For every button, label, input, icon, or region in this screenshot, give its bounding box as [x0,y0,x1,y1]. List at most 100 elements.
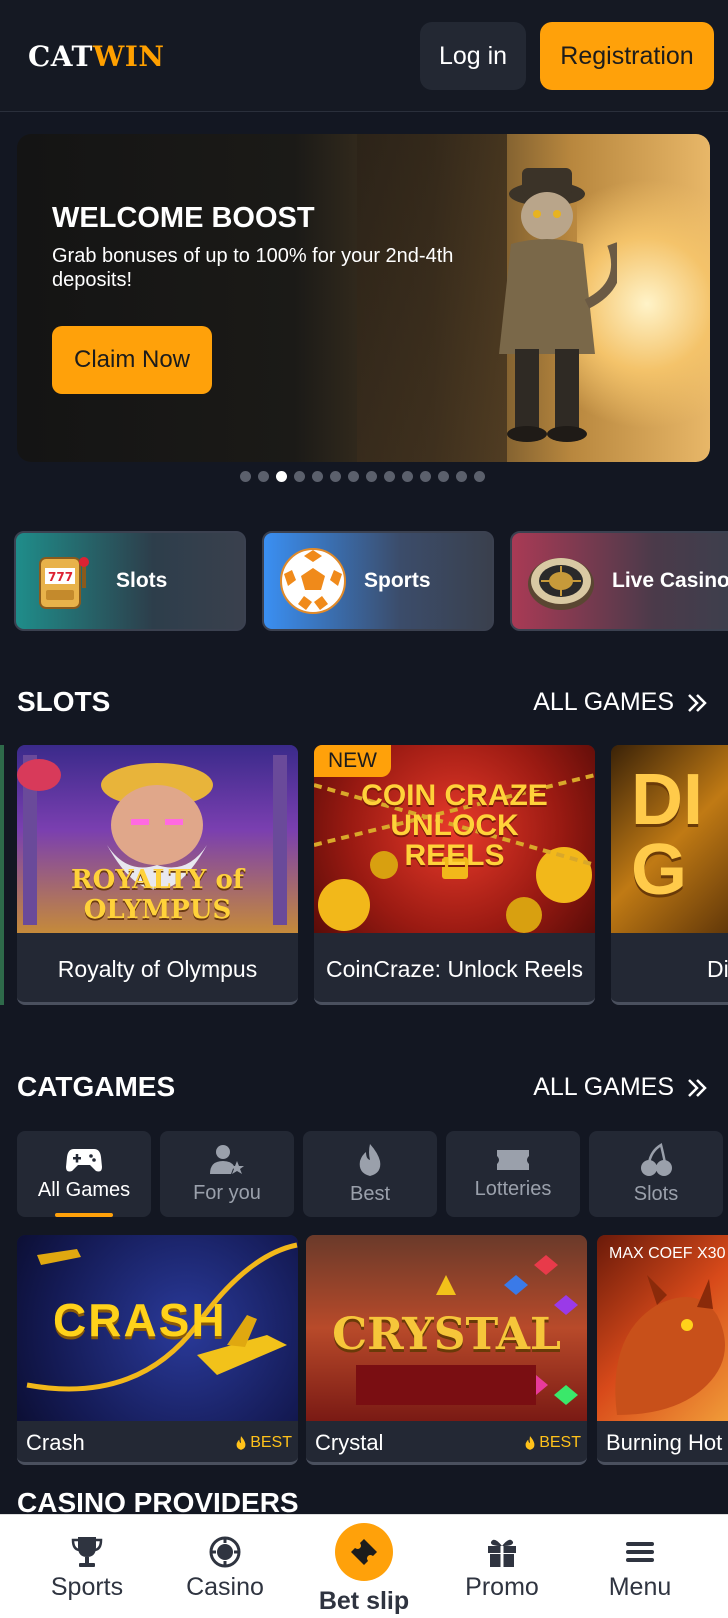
slot-card-partial[interactable]: DI G Di [611,745,728,1005]
category-label: Live Casino [612,569,728,592]
slots-all-games-link[interactable]: ALL GAMES [533,688,708,717]
claim-now-button[interactable]: Claim Now [52,326,212,394]
flame-icon [525,1436,535,1450]
slot-art: ROYALTY of OLYMPUS [17,745,298,933]
carousel-dot[interactable] [276,471,287,482]
tab-best[interactable]: Best [303,1131,437,1217]
tab-lotteries[interactable]: Lotteries [446,1131,580,1217]
carousel-dot[interactable] [312,471,323,482]
carousel-dot[interactable] [294,471,305,482]
carousel-dot[interactable] [456,471,467,482]
carousel-dot[interactable] [366,471,377,482]
nav-casino[interactable]: Casino [160,1515,290,1618]
soccer-ball-icon [280,548,346,614]
catgames-section-title: CATGAMES [17,1071,176,1102]
tab-label: All Games [37,1178,131,1201]
category-live-casino[interactable]: Live Casino [510,531,728,631]
slot-art: COIN CRAZE UNLOCK REELS NEW [314,745,595,933]
tab-label: For you [193,1181,261,1204]
carousel-dots [240,471,485,482]
category-label: Sports [364,569,431,592]
nav-menu[interactable]: Menu [575,1515,705,1618]
game-art: CRYSTAL [306,1235,587,1421]
svg-text:777: 777 [48,570,73,584]
carousel-dot[interactable] [402,471,413,482]
detective-cat-illustration [499,168,617,442]
max-coef-label: MAX COEF X30 [609,1245,726,1262]
carousel-dot[interactable] [438,471,449,482]
slot-art-title: ROYALTY of OLYMPUS [71,865,244,925]
slot-card-royalty-of-olympus[interactable]: ROYALTY of OLYMPUS Royalty of Olympus [17,745,298,1005]
game-art-title: CRASH [53,1294,227,1346]
catwin-logo[interactable]: CATWIN [28,40,164,73]
best-badge: BEST [235,1434,292,1452]
tab-slots[interactable]: Slots [589,1131,723,1217]
ticket-icon [351,1539,377,1565]
flame-icon [236,1436,246,1450]
game-name: Crash [26,1430,85,1455]
game-art: CRASH [17,1235,298,1421]
game-card-crash[interactable]: CRASH Crash BEST [17,1235,298,1465]
slot-art-title: DI G [631,760,703,910]
active-tab-indicator [55,1213,113,1217]
all-games-label: ALL GAMES [533,688,674,716]
carousel-dot[interactable] [240,471,251,482]
login-button[interactable]: Log in [420,22,526,90]
carousel-dot[interactable] [474,471,485,482]
catgames-all-games-link[interactable]: ALL GAMES [533,1073,708,1102]
flame-icon [359,1143,381,1176]
casino-chip-icon [209,1536,241,1568]
promo-banner[interactable]: WELCOME BOOST Grab bonuses of up to 100%… [17,134,710,462]
hamburger-icon [626,1542,654,1562]
header: CATWIN Log in Registration [0,0,728,112]
tab-label: Best [349,1182,391,1205]
carousel-dot[interactable] [384,471,395,482]
slot-name: Di [707,955,728,982]
game-card-burning-hot[interactable]: MAX COEF X30 Burning Hot [597,1235,728,1465]
game-art-title: CRYSTAL [332,1309,561,1360]
best-badge-label: BEST [539,1434,581,1451]
category-slots[interactable]: 777 Slots [14,531,246,631]
game-name: Burning Hot [606,1430,723,1455]
nav-label: Promo [465,1573,539,1601]
nav-bet-slip[interactable]: Bet slip [299,1515,429,1618]
tab-for-you[interactable]: For you [160,1131,294,1217]
carousel-dot[interactable] [420,471,431,482]
tab-all-games[interactable]: All Games [17,1131,151,1217]
game-art: MAX COEF X30 [597,1235,728,1421]
slot-name: Royalty of Olympus [57,955,258,982]
slot-card-coincraze[interactable]: COIN CRAZE UNLOCK REELS NEW CoinCraze: U… [314,745,595,1005]
carousel-dot[interactable] [330,471,341,482]
slots-section-title: SLOTS [17,686,111,717]
carousel-dot[interactable] [258,471,269,482]
game-card-crystal[interactable]: CRYSTAL Crystal BEST [306,1235,587,1465]
roulette-icon [528,558,594,610]
registration-button[interactable]: Registration [540,22,714,90]
gamepad-icon [66,1148,102,1171]
nav-label: Sports [50,1573,124,1601]
category-sports[interactable]: Sports [262,531,494,631]
bet-slip-circle [335,1523,393,1581]
nav-label: Bet slip [318,1587,410,1615]
slot-art-title: COIN CRAZE UNLOCK REELS [361,779,548,872]
carousel-dot[interactable] [348,471,359,482]
trophy-icon [71,1537,103,1567]
slot-card-edge [0,745,4,1005]
user-star-icon [210,1144,244,1174]
cherries-icon [641,1142,672,1176]
nav-promo[interactable]: Promo [437,1515,567,1618]
nav-sports[interactable]: Sports [22,1515,152,1618]
slot-art: DI G [611,745,728,933]
new-badge: NEW [314,745,391,777]
logo-text-win: WIN [92,40,165,73]
nav-label: Casino [186,1573,264,1601]
best-badge: BEST [524,1434,581,1452]
slot-name: CoinCraze: Unlock Reels [326,955,583,982]
bottom-navigation: Sports Casino Bet slip Promo Menu [0,1514,728,1618]
nav-label: Menu [608,1573,672,1601]
gift-icon [488,1539,516,1567]
double-chevron-right-icon [688,1078,707,1097]
tab-label: Slots [633,1182,679,1205]
category-label: Slots [116,569,168,592]
banner-subtitle: Grab bonuses of up to 100% for your 2nd-… [52,245,454,291]
